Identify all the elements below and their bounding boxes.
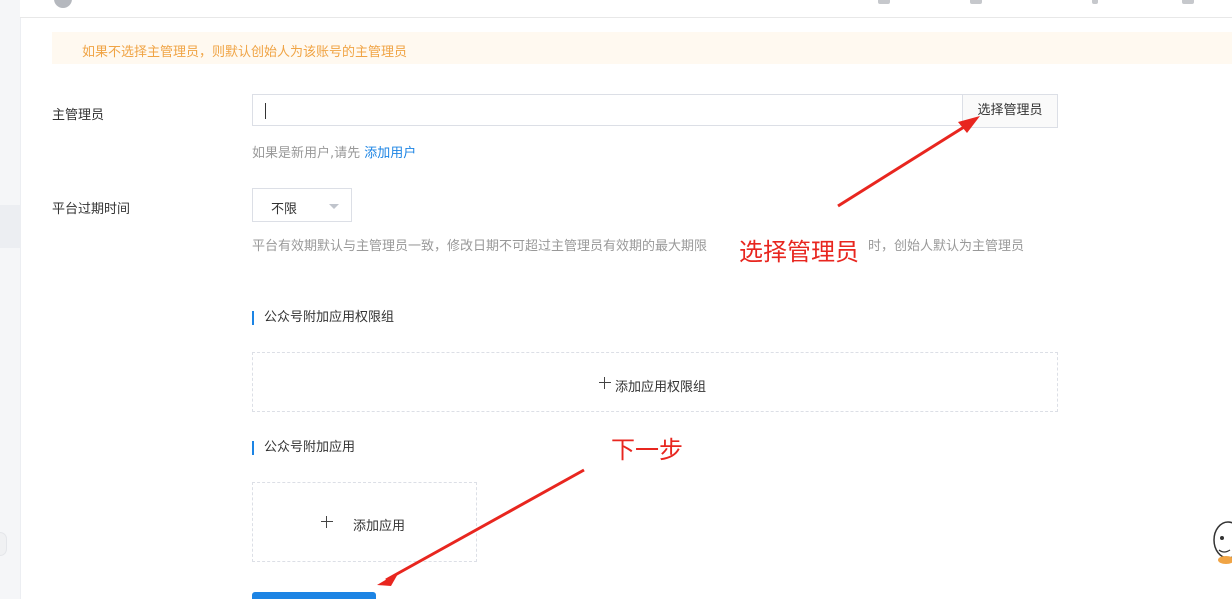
- annotation-arrows: [377, 116, 980, 586]
- arrow-to-select-admin: [837, 120, 973, 208]
- page: 如果不选择主管理员，则默认创始人为该账号的主管理员 主管理员 选择管理员 如果是…: [0, 0, 1232, 599]
- arrowhead-next-step: [377, 572, 399, 586]
- mascot-icon[interactable]: [1210, 516, 1232, 576]
- annotation-select-admin: 选择管理员: [739, 238, 859, 266]
- annotation-next-step: 下一步: [611, 436, 683, 464]
- arrow-to-next-step: [385, 468, 585, 582]
